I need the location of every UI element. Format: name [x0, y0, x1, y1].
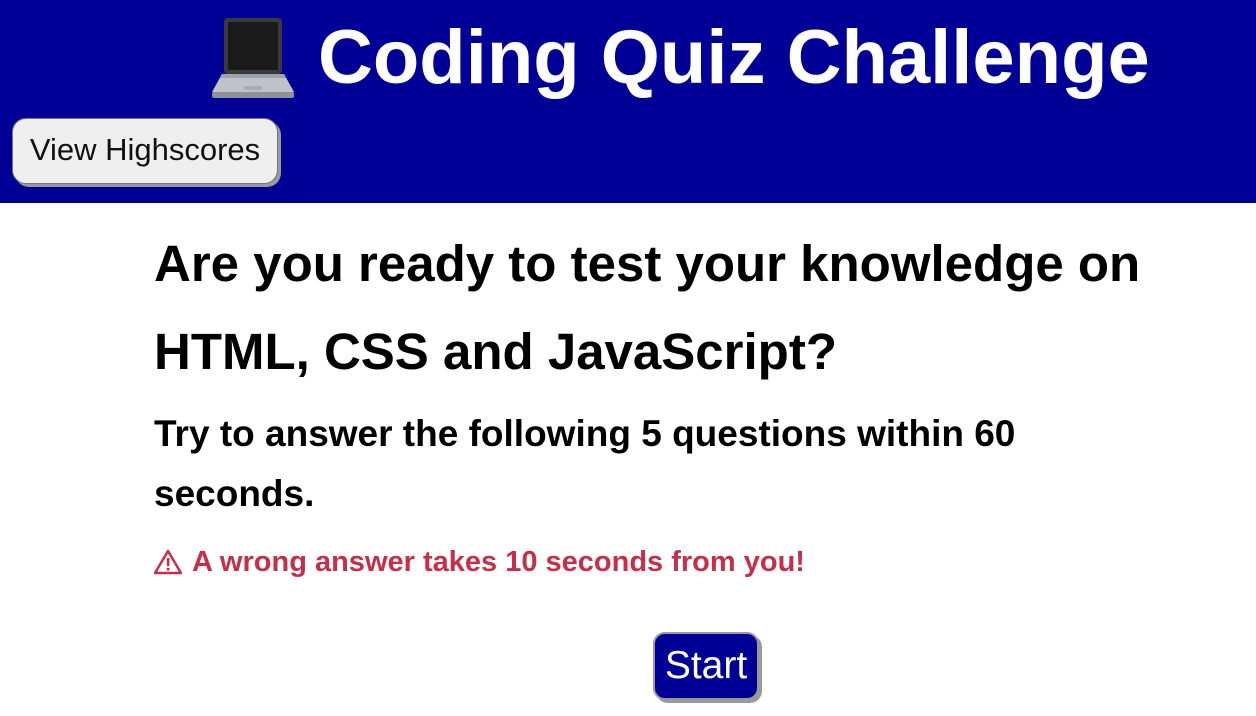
intro-heading: Are you ready to test your knowledge on … — [154, 235, 1141, 380]
laptop-icon — [212, 18, 294, 98]
app-title: Coding Quiz Challenge — [210, 10, 1150, 106]
penalty-warning: A wrong answer takes 10 seconds from you… — [154, 542, 1244, 582]
warning-triangle-icon — [154, 549, 182, 575]
start-button[interactable]: Start — [653, 632, 759, 700]
view-highscores-button[interactable]: View Highscores — [12, 118, 278, 184]
quiz-instructions: Try to answer the following 5 questions … — [154, 413, 1016, 514]
penalty-warning-text: A wrong answer takes 10 seconds from you… — [192, 546, 805, 578]
quiz-intro: Are you ready to test your knowledge on … — [154, 220, 1244, 582]
app-title-text: Coding Quiz Challenge — [318, 15, 1150, 100]
app-header: Coding Quiz Challenge View Highscores — [0, 0, 1256, 203]
